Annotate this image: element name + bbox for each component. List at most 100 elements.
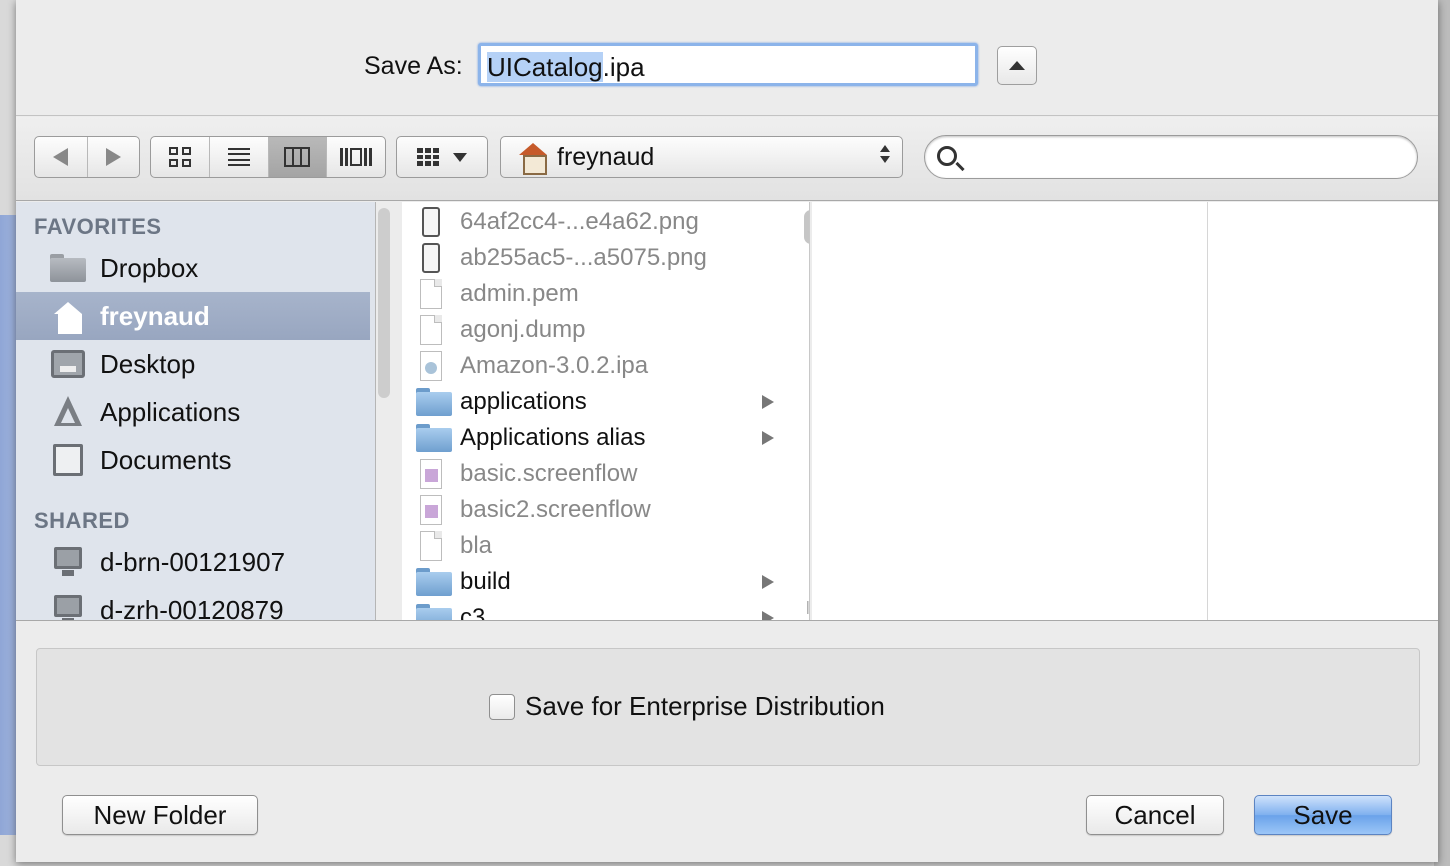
sidebar-item-documents[interactable]: Documents bbox=[16, 436, 370, 484]
column-view-button[interactable] bbox=[268, 137, 328, 177]
sidebar-item-d-brn-00121907[interactable]: d-brn-00121907 bbox=[16, 538, 370, 586]
sidebar-item-freynaud[interactable]: freynaud bbox=[16, 292, 370, 340]
file-name: basic.screenflow bbox=[460, 460, 638, 487]
document-file-icon bbox=[416, 531, 446, 561]
search-icon bbox=[937, 146, 957, 166]
ipa-file-icon bbox=[416, 351, 446, 381]
sidebar-item-label: Desktop bbox=[100, 348, 196, 379]
home-icon bbox=[50, 299, 86, 334]
file-row[interactable]: basic.screenflow bbox=[402, 456, 794, 492]
sidebar-scrollbar[interactable] bbox=[378, 208, 390, 398]
file-name: admin.pem bbox=[460, 280, 579, 307]
enterprise-option[interactable]: Save for Enterprise Distribution bbox=[489, 691, 885, 722]
sidebar: FAVORITES Dropbox freynaud Desktop Appli… bbox=[16, 202, 376, 620]
shared-header: SHARED bbox=[34, 508, 130, 533]
file-name: c3 bbox=[460, 604, 486, 620]
file-name: Amazon-3.0.2.ipa bbox=[460, 352, 649, 379]
enterprise-label: Save for Enterprise Distribution bbox=[525, 691, 885, 721]
search-field[interactable] bbox=[924, 135, 1418, 179]
save-as-bar: Save As: UICatalog.ipa bbox=[16, 0, 1438, 116]
document-file-icon bbox=[416, 315, 446, 345]
location-popup[interactable]: freynaud bbox=[500, 136, 903, 178]
alias-folder-icon bbox=[416, 423, 452, 453]
location-label: freynaud bbox=[557, 142, 655, 171]
file-name: applications bbox=[460, 388, 587, 415]
icon-view-icon bbox=[168, 147, 191, 167]
disclosure-arrow-icon bbox=[762, 431, 774, 445]
disclosure-arrow-icon bbox=[762, 611, 774, 620]
folder-row[interactable]: build bbox=[402, 564, 794, 600]
back-button[interactable] bbox=[35, 137, 88, 177]
chevron-up-icon bbox=[1009, 61, 1025, 70]
sidebar-item-label: d-brn-00121907 bbox=[100, 546, 286, 577]
image-file-icon bbox=[416, 207, 446, 237]
document-file-icon bbox=[416, 279, 446, 309]
save-dialog: Save As: UICatalog.ipa freynaud FAVORITE… bbox=[16, 0, 1438, 862]
file-name: build bbox=[460, 568, 511, 595]
sidebar-item-applications[interactable]: Applications bbox=[16, 388, 370, 436]
folder-row[interactable]: c3 bbox=[402, 600, 794, 620]
file-column-scrollbar[interactable] bbox=[804, 210, 809, 244]
file-name: basic2.screenflow bbox=[460, 496, 651, 523]
sidebar-item-label: Dropbox bbox=[100, 252, 199, 283]
sidebar-item-label: Applications bbox=[100, 396, 241, 427]
file-row[interactable]: bla bbox=[402, 528, 794, 564]
column-resize-handle[interactable]: || bbox=[806, 598, 809, 614]
browser-toolbar: freynaud bbox=[16, 117, 1438, 201]
file-row[interactable]: agonj.dump bbox=[402, 312, 794, 348]
disclosure-arrow-icon bbox=[762, 395, 774, 409]
folder-row[interactable]: Applications alias bbox=[402, 420, 794, 456]
save-button[interactable]: Save bbox=[1254, 795, 1392, 835]
sidebar-item-dropbox[interactable]: Dropbox bbox=[16, 244, 370, 292]
empty-column bbox=[812, 202, 1208, 620]
sidebar-item-label: d-zrh-00120879 bbox=[100, 594, 284, 621]
screenflow-file-icon bbox=[416, 459, 446, 489]
icon-view-button[interactable] bbox=[151, 137, 210, 177]
list-view-button[interactable] bbox=[210, 137, 269, 177]
file-row[interactable]: Amazon-3.0.2.ipa bbox=[402, 348, 794, 384]
arrange-icon bbox=[417, 148, 439, 166]
folder-icon bbox=[416, 603, 452, 620]
back-forward-control bbox=[34, 136, 140, 178]
file-row[interactable]: 64af2cc4-...e4a62.png bbox=[402, 204, 794, 240]
back-arrow-icon bbox=[53, 148, 69, 166]
new-folder-button[interactable]: New Folder bbox=[62, 795, 258, 835]
collapse-dialog-button[interactable] bbox=[997, 46, 1037, 85]
popup-arrows-icon bbox=[880, 145, 890, 163]
forward-arrow-icon bbox=[105, 148, 121, 166]
sidebar-item-label: freynaud bbox=[100, 300, 210, 331]
file-name: agonj.dump bbox=[460, 316, 586, 343]
file-row[interactable]: admin.pem bbox=[402, 276, 794, 312]
file-column: 64af2cc4-...e4a62.png ab255ac5-...a5075.… bbox=[402, 202, 810, 620]
sidebar-item-d-zrh-00120879[interactable]: d-zrh-00120879 bbox=[16, 586, 370, 620]
sidebar-item-label: Documents bbox=[100, 444, 232, 475]
column-view-icon bbox=[284, 147, 311, 167]
arrange-menu-button[interactable] bbox=[396, 136, 488, 178]
enterprise-checkbox[interactable] bbox=[489, 693, 515, 720]
desktop-icon bbox=[50, 347, 86, 381]
screenflow-file-icon bbox=[416, 495, 446, 525]
filename-selected-text: UICatalog bbox=[487, 52, 603, 82]
file-name: Applications alias bbox=[460, 424, 646, 451]
folder-row[interactable]: applications bbox=[402, 384, 794, 420]
sidebar-item-desktop[interactable]: Desktop bbox=[16, 340, 370, 388]
documents-icon bbox=[50, 443, 86, 477]
cancel-button[interactable]: Cancel bbox=[1086, 795, 1224, 835]
save-as-label: Save As: bbox=[364, 52, 463, 80]
forward-button[interactable] bbox=[88, 137, 140, 177]
folder-icon bbox=[50, 251, 86, 285]
cover-flow-button[interactable] bbox=[327, 137, 385, 177]
file-row[interactable]: ab255ac5-...a5075.png bbox=[402, 240, 794, 276]
file-name: bla bbox=[460, 532, 493, 559]
file-row[interactable]: basic2.screenflow bbox=[402, 492, 794, 528]
accessory-panel: Save for Enterprise Distribution bbox=[36, 648, 1420, 766]
search-input[interactable] bbox=[969, 142, 1399, 172]
folder-icon bbox=[416, 387, 452, 417]
file-name: ab255ac5-...a5075.png bbox=[460, 244, 707, 271]
computer-icon bbox=[50, 545, 86, 579]
disclosure-arrow-icon bbox=[762, 575, 774, 589]
home-icon bbox=[519, 143, 547, 175]
filename-extension: .ipa bbox=[602, 52, 645, 82]
view-mode-control bbox=[150, 136, 386, 178]
filename-field[interactable]: UICatalog.ipa bbox=[478, 43, 978, 86]
